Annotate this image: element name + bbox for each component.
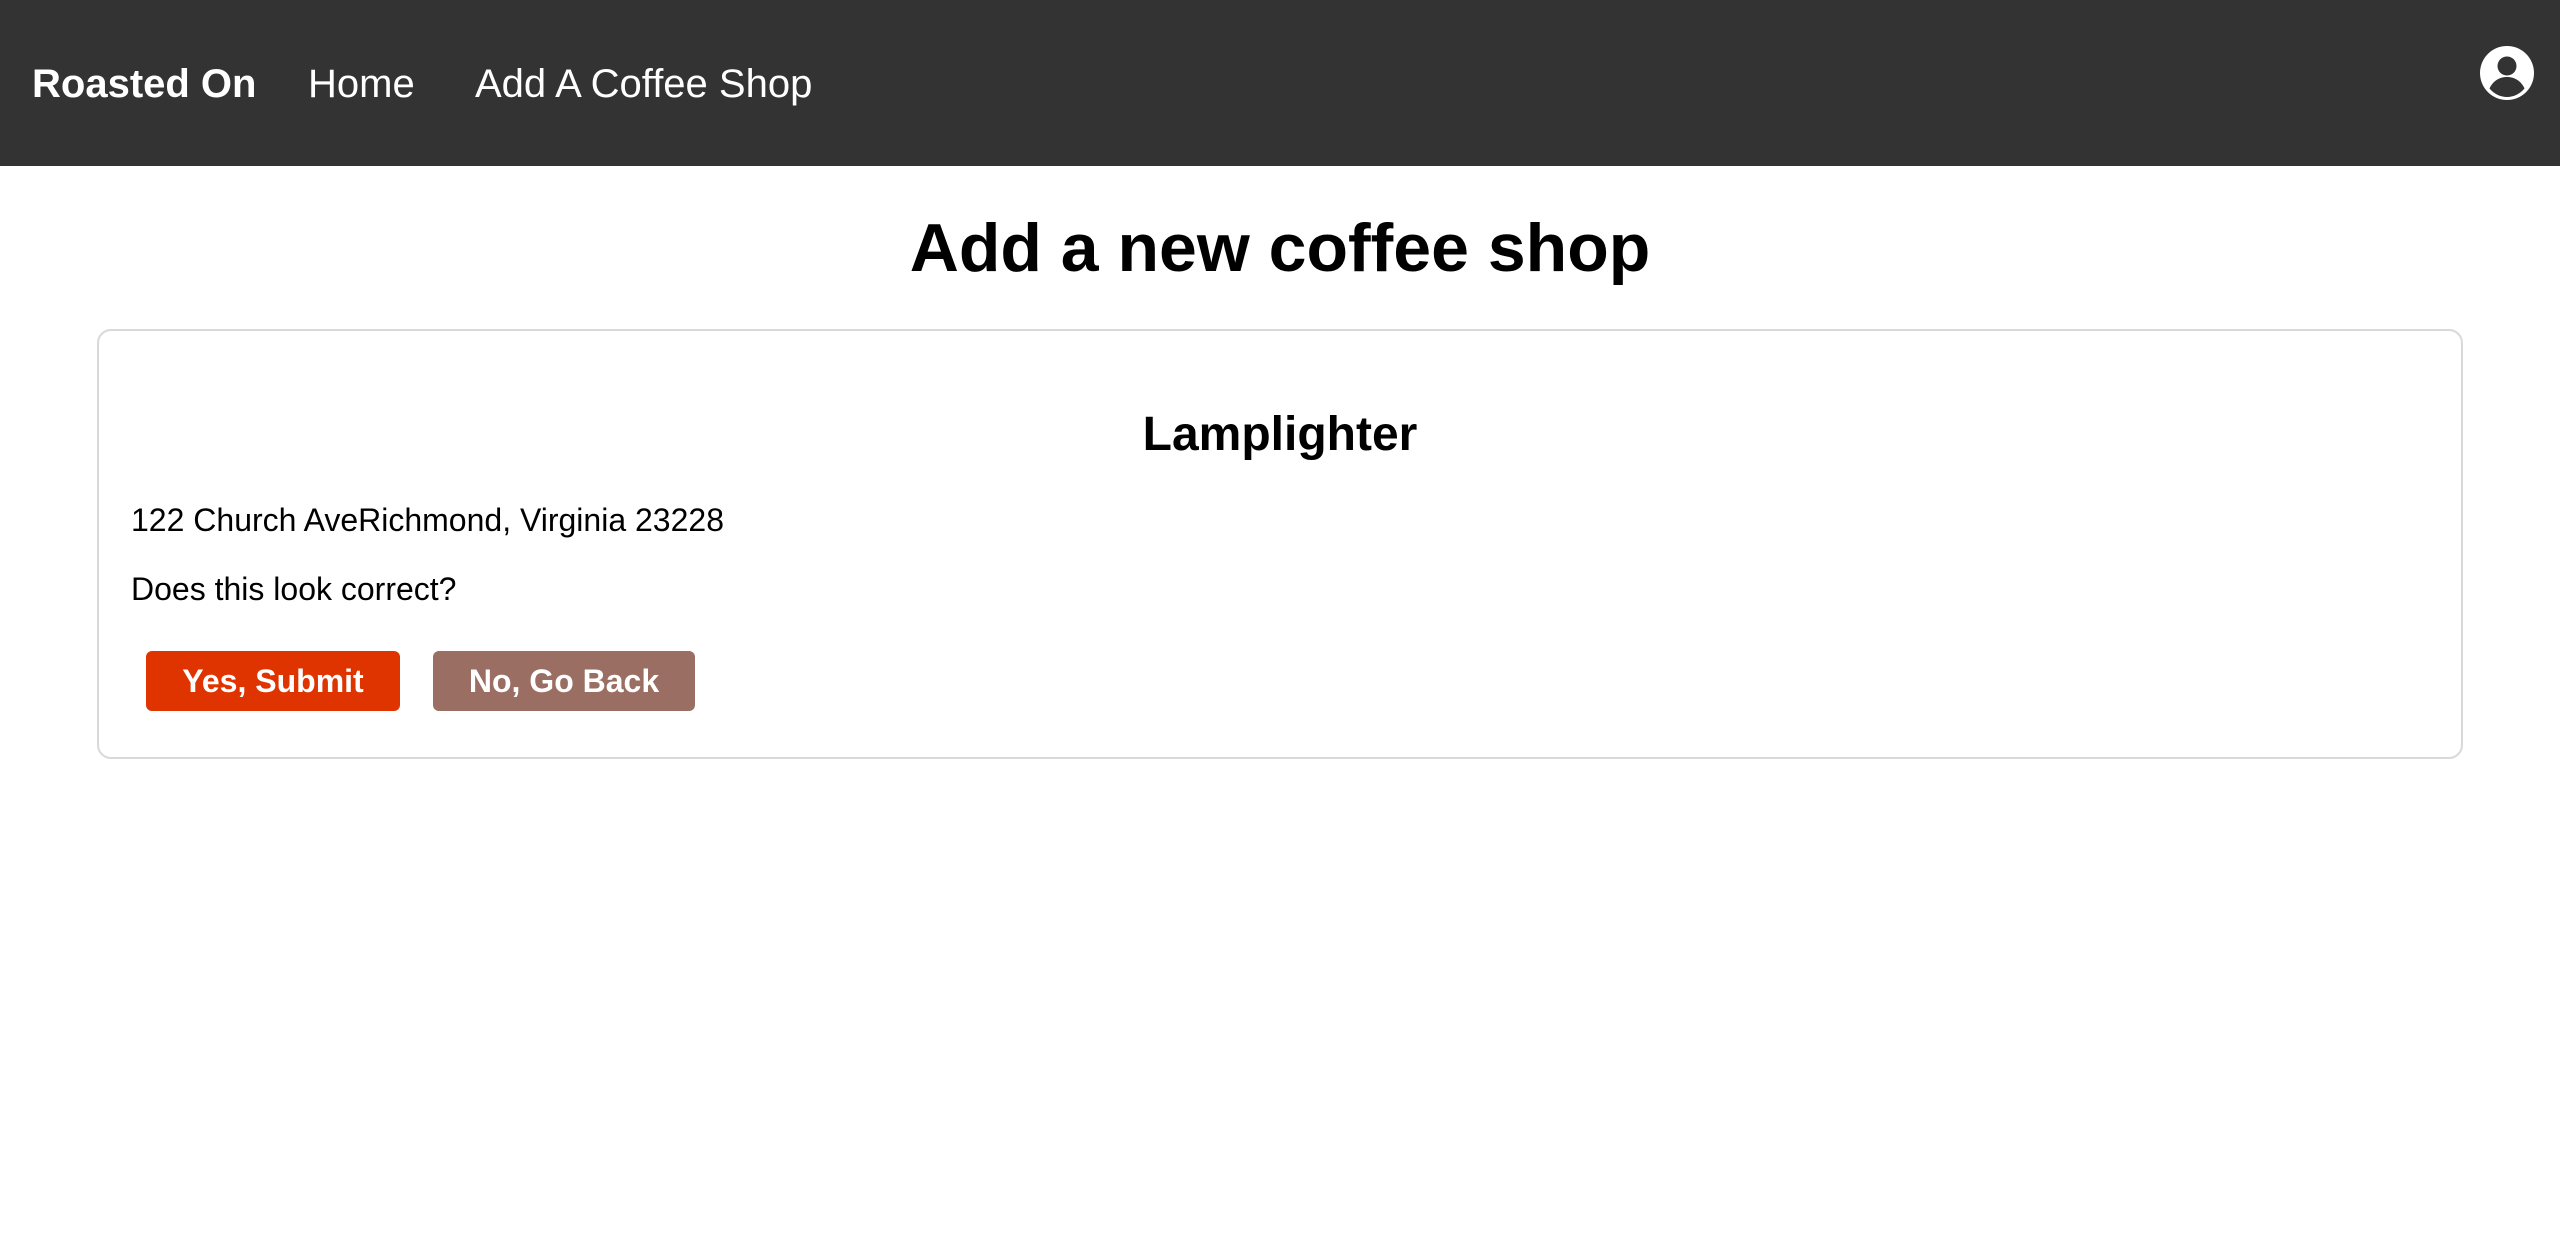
- confirmation-card: Lamplighter 122 Church AveRichmond, Virg…: [97, 329, 2463, 759]
- shop-name-heading: Lamplighter: [1142, 408, 1418, 461]
- account-circle-icon[interactable]: [2480, 46, 2534, 100]
- confirmation-question: Does this look correct?: [131, 571, 457, 607]
- yes-submit-button[interactable]: Yes, Submit: [146, 651, 400, 711]
- page-title: Add a new coffee shop: [909, 210, 1651, 286]
- shop-address: 122 Church AveRichmond, Virginia 23228: [131, 502, 724, 538]
- nav-home-link[interactable]: Home: [308, 56, 415, 112]
- nav-add-coffee-shop-link[interactable]: Add A Coffee Shop: [475, 56, 812, 112]
- no-go-back-button[interactable]: No, Go Back: [433, 651, 695, 711]
- brand-link[interactable]: Roasted On: [32, 56, 256, 112]
- top-navbar: Roasted On Home Add A Coffee Shop: [0, 0, 2560, 166]
